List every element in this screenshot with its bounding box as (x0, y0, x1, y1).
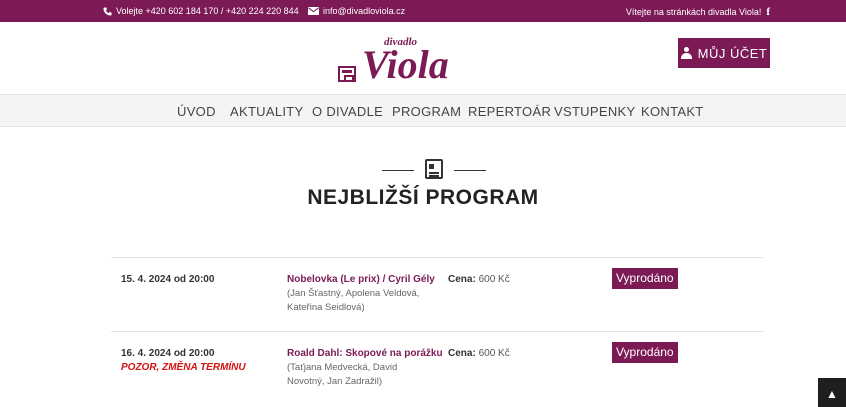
event-cast: (Taťjana Medvecká, David Novotný, Jan Za… (287, 362, 398, 387)
price-value: 600 Kč (475, 274, 510, 285)
date-change-warning: POZOR, ZMĚNA TERMÍNU (121, 362, 246, 373)
event-date: 16. 4. 2024 od 20:00 (121, 348, 215, 359)
section-heading: NEJBLIŽŠÍ PROGRAM (307, 186, 539, 209)
top-bar: Volejte +420 602 184 170 / +420 224 220 … (0, 0, 846, 22)
program-row: 16. 4. 2024 od 20:00 POZOR, ZMĚNA TERMÍN… (111, 331, 763, 405)
divider-line-left (382, 170, 414, 171)
newspaper-icon (425, 159, 443, 179)
nav-item-kontakt[interactable]: KONTAKT (641, 104, 704, 119)
event-price: Cena: 600 Kč (448, 274, 510, 285)
welcome-text: Vítejte na stránkách divadla Viola! (625, 7, 762, 17)
nav-item-program[interactable]: PROGRAM (392, 104, 461, 119)
main-nav: ÚVOD AKTUALITY O DIVADLE PROGRAM REPERTO… (0, 94, 846, 127)
event-title-link[interactable]: Nobelovka (Le prix) / Cyril Gély (287, 274, 435, 285)
nav-item-uvod[interactable]: ÚVOD (177, 104, 216, 119)
nav-item-o-divadle[interactable]: O DIVADLE (312, 104, 383, 119)
theatre-logo-icon (338, 66, 356, 82)
sold-out-badge[interactable]: Vyprodáno (612, 268, 678, 289)
program-row: 15. 4. 2024 od 20:00 Nobelovka (Le prix)… (111, 257, 763, 331)
nav-item-vstupenky[interactable]: VSTUPENKY (554, 104, 635, 119)
nav-item-repertoar[interactable]: REPERTOÁR (468, 104, 551, 119)
email-link[interactable]: info@divadloviola.cz (323, 6, 405, 16)
section-divider (382, 159, 486, 181)
divider-line-right (454, 170, 486, 171)
welcome-info: Vítejte na stránkách divadla Viola! f (626, 6, 770, 18)
nav-item-aktuality[interactable]: AKTUALITY (230, 104, 304, 119)
event-cast: (Jan Šťastný, Apolena Veldová, Kateřina … (287, 288, 420, 313)
event-title-link[interactable]: Roald Dahl: Skopové na porážku (287, 348, 443, 359)
phone-info: Volejte +420 602 184 170 / +420 224 220 … (103, 6, 299, 16)
my-account-label: MŮJ ÚČET (697, 45, 768, 61)
price-label: Cena: (448, 274, 476, 285)
event-date: 15. 4. 2024 od 20:00 (121, 274, 215, 285)
envelope-icon (308, 7, 319, 15)
user-icon (680, 47, 692, 59)
phone-text[interactable]: Volejte +420 602 184 170 / +420 224 220 … (116, 6, 299, 16)
my-account-button[interactable]: MŮJ ÚČET (678, 38, 770, 68)
sold-out-badge[interactable]: Vyprodáno (612, 342, 678, 363)
facebook-icon[interactable]: f (766, 6, 770, 18)
email-info: info@divadloviola.cz (308, 6, 405, 16)
site-logo[interactable]: divadlo Viola (336, 36, 449, 88)
chevron-up-icon: ▲ (826, 387, 838, 401)
logo-big-text: Viola (362, 42, 449, 87)
phone-icon (103, 6, 112, 16)
price-value: 600 Kč (475, 348, 510, 359)
event-price: Cena: 600 Kč (448, 348, 510, 359)
price-label: Cena: (448, 348, 476, 359)
scroll-to-top-button[interactable]: ▲ (818, 378, 846, 407)
